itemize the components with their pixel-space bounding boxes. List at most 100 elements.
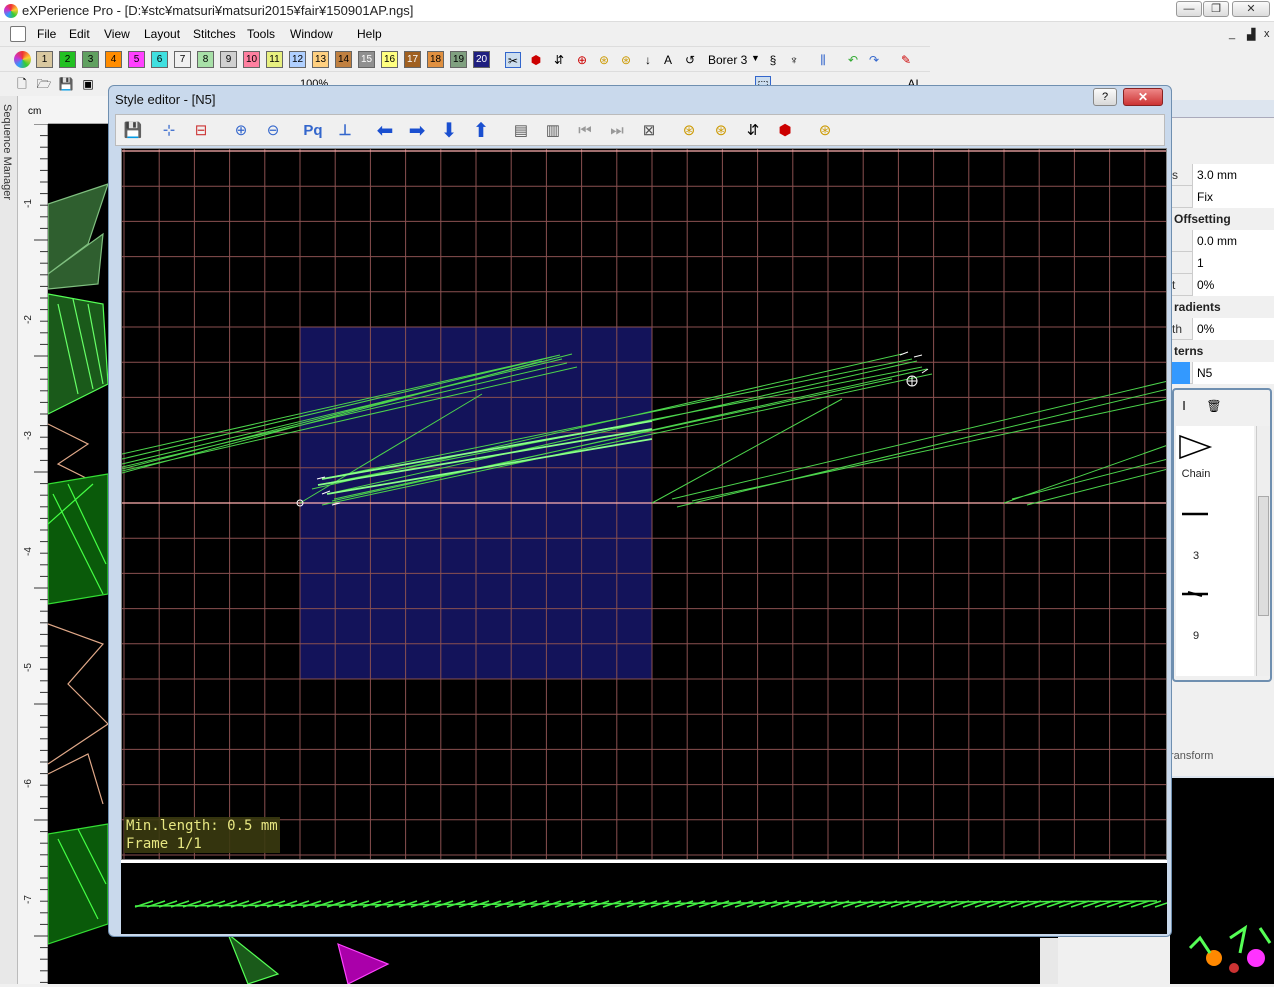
color-swatch-13[interactable]: 13 xyxy=(312,51,329,68)
stitch-item-chain[interactable]: Chain xyxy=(1176,432,1216,492)
restore-button[interactable]: ❐ xyxy=(1203,1,1229,17)
color-swatch-19[interactable]: 19 xyxy=(450,51,467,68)
undo-icon[interactable]: ↶ xyxy=(845,52,861,68)
color-swatch-2[interactable]: 2 xyxy=(59,51,76,68)
frame-delete-icon[interactable]: ⊠ xyxy=(638,121,660,141)
color-swatch-5[interactable]: 5 xyxy=(128,51,145,68)
bobbin-icon[interactable]: ⊕ xyxy=(574,52,590,68)
color-swatch-6[interactable]: 6 xyxy=(151,51,168,68)
minimize-button[interactable]: — xyxy=(1176,1,1202,17)
menu-file[interactable]: File xyxy=(37,27,56,41)
mdi-close-button[interactable]: x xyxy=(1264,28,1270,40)
zoom-out-icon[interactable]: ⊖ xyxy=(262,121,284,141)
frame-next-icon[interactable]: ⏭ xyxy=(606,121,628,141)
stitch-item-3[interactable]: 3 xyxy=(1176,510,1216,570)
pen-icon[interactable]: ✎ xyxy=(898,52,914,68)
property-row[interactable]: Fix xyxy=(1170,186,1274,208)
add-point-icon[interactable]: ⊹ xyxy=(158,121,180,141)
trim-end-icon[interactable]: ⊛ xyxy=(814,121,836,141)
color-swatch-3[interactable]: 3 xyxy=(82,51,99,68)
frame-new-icon[interactable]: ▤ xyxy=(510,121,532,141)
chevron-down-icon[interactable]: ▼ xyxy=(751,53,760,63)
mirror-vertical-icon[interactable]: ⊥ xyxy=(334,121,356,141)
color-swatch-11[interactable]: 11 xyxy=(266,51,283,68)
color-wheel-icon[interactable] xyxy=(14,51,31,68)
trash-icon[interactable]: 🗑 xyxy=(1206,398,1222,414)
property-value[interactable]: 3.0 mm xyxy=(1192,164,1274,186)
property-row[interactable]: 1 xyxy=(1170,252,1274,274)
transform-tab[interactable]: ransform xyxy=(1170,750,1213,762)
zoom-in-icon[interactable]: ⊕ xyxy=(230,121,252,141)
color-swatch-4[interactable]: 4 xyxy=(105,51,122,68)
pattern-value[interactable]: N5 xyxy=(1192,362,1274,384)
open-folder-icon[interactable]: 🗁 xyxy=(36,76,52,92)
property-row[interactable]: 0.0 mm xyxy=(1170,230,1274,252)
menu-tools[interactable]: Tools xyxy=(247,27,275,41)
menu-layout[interactable]: Layout xyxy=(144,27,180,41)
menu-edit[interactable]: Edit xyxy=(69,27,90,41)
text-cursor-icon[interactable]: Ⅰ xyxy=(1176,398,1192,414)
style-editor-close-button[interactable]: ✕ xyxy=(1123,88,1163,106)
mdi-restore-button[interactable]: ▟ xyxy=(1247,28,1255,41)
sequence-manager-tab[interactable]: Sequence Manager xyxy=(0,96,18,984)
menu-help[interactable]: Help xyxy=(357,27,382,41)
color-swatch-8[interactable]: 8 xyxy=(197,51,214,68)
property-row[interactable]: t 0% xyxy=(1170,274,1274,296)
stitch-list-scrollbar[interactable] xyxy=(1256,426,1270,676)
property-row[interactable]: s 3.0 mm xyxy=(1170,164,1274,186)
frame-copy-icon[interactable]: ▥ xyxy=(542,121,564,141)
menu-window[interactable]: Window xyxy=(290,27,333,41)
color-swatch-1[interactable]: 1 xyxy=(36,51,53,68)
remove-point-icon[interactable]: ⊟ xyxy=(190,121,212,141)
color-swatch-12[interactable]: 12 xyxy=(289,51,306,68)
menu-view[interactable]: View xyxy=(104,27,130,41)
needle-icon[interactable]: ⇵ xyxy=(742,121,764,141)
redo-icon[interactable]: ↷ xyxy=(866,52,882,68)
scissors-icon[interactable]: ✂ xyxy=(505,52,521,68)
property-row[interactable]: th 0% xyxy=(1170,318,1274,340)
arrow-left-icon[interactable]: ⬅ xyxy=(374,121,396,141)
mdi-minimize-button[interactable]: _ xyxy=(1229,28,1235,40)
color-swatch-9[interactable]: 9 xyxy=(220,51,237,68)
borer-icon[interactable]: § xyxy=(765,52,781,68)
pattern-row[interactable]: N5 xyxy=(1170,362,1274,384)
stop-icon[interactable]: ⬢ xyxy=(528,52,544,68)
needle-down-icon[interactable]: ↓ xyxy=(640,52,656,68)
trim2-icon[interactable]: ⊛ xyxy=(618,52,634,68)
align-icon[interactable]: ⫼ xyxy=(815,52,831,68)
color-swatch-14[interactable]: 14 xyxy=(335,51,352,68)
trim2-icon[interactable]: ⊛ xyxy=(710,121,732,141)
new-file-icon[interactable]: 🗋 xyxy=(14,76,30,92)
help-button[interactable]: ? xyxy=(1093,88,1117,106)
property-value[interactable]: Fix xyxy=(1192,186,1274,208)
property-value[interactable]: 0% xyxy=(1192,274,1274,296)
arrow-down-icon[interactable]: ⬇ xyxy=(438,121,460,141)
borer2-icon[interactable]: ♆ xyxy=(786,52,802,68)
save-icon[interactable]: 💾 xyxy=(58,76,74,92)
stitch-item-9[interactable]: 9 xyxy=(1176,590,1216,650)
document-icon[interactable] xyxy=(10,26,26,42)
borer-select[interactable]: Borer 3 xyxy=(708,53,747,67)
menu-stitches[interactable]: Stitches xyxy=(193,27,236,41)
color-swatch-17[interactable]: 17 xyxy=(404,51,421,68)
color-swatch-20[interactable]: 20 xyxy=(473,51,490,68)
stop-icon[interactable]: ⬢ xyxy=(774,121,796,141)
mirror-horizontal-icon[interactable]: Pq xyxy=(302,121,324,141)
property-value[interactable]: 0.0 mm xyxy=(1192,230,1274,252)
rotate-icon[interactable]: ↺ xyxy=(682,52,698,68)
save-icon[interactable]: 💾 xyxy=(122,121,144,141)
close-button[interactable]: ✕ xyxy=(1232,1,1270,17)
color-swatch-7[interactable]: 7 xyxy=(174,51,191,68)
save-as-icon[interactable]: ▣ xyxy=(80,76,96,92)
text-icon[interactable]: A xyxy=(660,52,676,68)
frame-prev-icon[interactable]: ⏮ xyxy=(574,121,596,141)
color-swatch-16[interactable]: 16 xyxy=(381,51,398,68)
color-swatch-10[interactable]: 10 xyxy=(243,51,260,68)
arrow-up-icon[interactable]: ⬆ xyxy=(470,121,492,141)
needle-icon[interactable]: ⇵ xyxy=(551,52,567,68)
arrow-right-icon[interactable]: ➡ xyxy=(406,121,428,141)
scroll-thumb[interactable] xyxy=(1258,496,1269,616)
stitch-editor-canvas[interactable]: Min.length: 0.5 mm Frame 1/1 xyxy=(121,148,1167,860)
property-value[interactable]: 0% xyxy=(1192,318,1274,340)
trim-icon[interactable]: ⊛ xyxy=(596,52,612,68)
